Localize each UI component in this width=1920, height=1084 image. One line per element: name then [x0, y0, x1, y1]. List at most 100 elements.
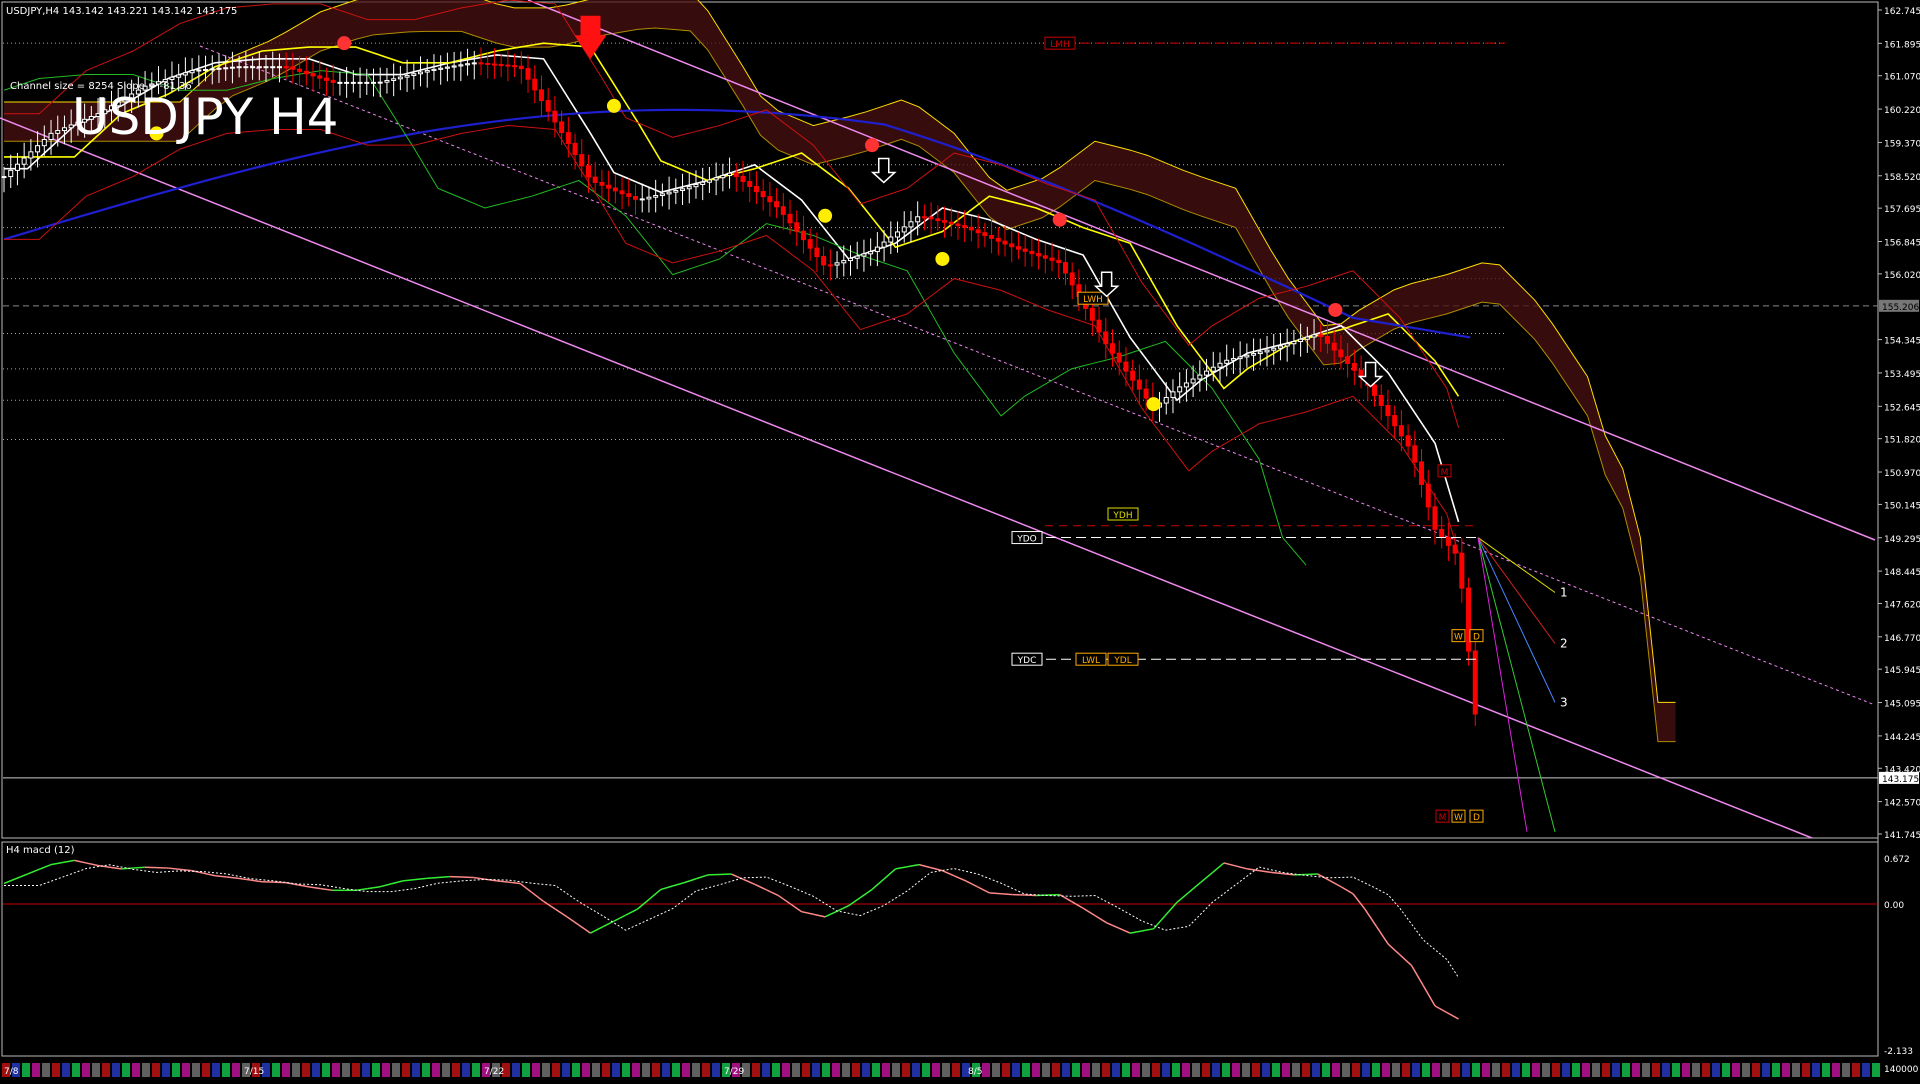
candle-body [42, 139, 46, 145]
date-strip-cell [1332, 1063, 1340, 1077]
chart-window: LMHYDHYDOYDCLWLYDLLWHMWDMWD 123 162.7451… [0, 0, 1920, 1080]
date-strip-cell [1392, 1063, 1400, 1077]
date-strip-cell [912, 1063, 920, 1077]
date-strip-cell [862, 1063, 870, 1077]
date-strip-cell [302, 1063, 310, 1077]
candle-body [1171, 392, 1175, 398]
date-strip-cell [692, 1063, 700, 1077]
candle-body [419, 72, 423, 74]
candle-body [405, 75, 409, 77]
date-strip-cell [552, 1063, 560, 1077]
date-strip-cell [1232, 1063, 1240, 1077]
date-strip-cell [1022, 1063, 1030, 1077]
date-strip-cell [212, 1063, 220, 1077]
date-strip-cell [642, 1063, 650, 1077]
big-title: USDJPY H4 [72, 88, 338, 146]
date-strip-cell [1662, 1063, 1670, 1077]
candle-body [519, 66, 523, 68]
level-label-d: D [1473, 633, 1480, 643]
price-axis-label: 146.770 [1884, 634, 1920, 644]
candle-body [331, 80, 335, 82]
candle-body [1352, 363, 1356, 370]
candle-body [862, 254, 866, 256]
date-strip-cell [362, 1063, 370, 1077]
date-strip-cell [1312, 1063, 1320, 1077]
candle-body [573, 143, 577, 154]
candle-body [338, 82, 342, 83]
date-strip-cell [1802, 1063, 1810, 1077]
date-strip-cell [172, 1063, 180, 1077]
date-strip-cell [472, 1063, 480, 1077]
date-strip-cell [1052, 1063, 1060, 1077]
macd-segment [1001, 894, 1013, 895]
date-strip-cell [1552, 1063, 1560, 1077]
candle-body [566, 133, 570, 144]
date-label: 8/5 [968, 1067, 982, 1077]
candle-body [1379, 395, 1383, 405]
price-chart[interactable]: LMHYDHYDOYDCLWLYDLLWHMWDMWD 123 162.7451… [0, 0, 1920, 1080]
candle-body [365, 82, 369, 83]
buy-signal-circle [818, 209, 832, 223]
candle-body [943, 221, 947, 223]
price-axis-label: 141.745 [1884, 831, 1920, 841]
candle-body [1299, 339, 1303, 341]
candle-body [687, 187, 691, 189]
candle-body [224, 68, 228, 69]
candle-body [304, 71, 308, 73]
date-strip-cell [82, 1063, 90, 1077]
candle-body [976, 230, 980, 233]
date-strip-cell [1632, 1063, 1640, 1077]
candle-body [284, 67, 288, 68]
date-strip-cell [1772, 1063, 1780, 1077]
candle-body [197, 70, 201, 71]
date-strip-cell [1792, 1063, 1800, 1077]
date-strip-cell [902, 1063, 910, 1077]
candle-body [875, 247, 879, 251]
date-strip-cell [532, 1063, 540, 1077]
candle-body [177, 75, 181, 77]
candle-body [1245, 355, 1249, 357]
date-strip-cell [372, 1063, 380, 1077]
candle-body [190, 71, 194, 73]
date-strip-cell [1822, 1063, 1830, 1077]
price-axis-label: 144.245 [1884, 733, 1920, 743]
candle-body [1205, 371, 1209, 375]
candle-body [459, 65, 463, 66]
date-strip-cell [1752, 1063, 1760, 1077]
date-strip-cell [42, 1063, 50, 1077]
candle-body [324, 78, 328, 80]
date-strip-cell [1782, 1063, 1790, 1077]
date-strip-cell [1222, 1063, 1230, 1077]
date-strip-cell [662, 1063, 670, 1077]
candle-body [1117, 353, 1121, 362]
macd-segment [121, 868, 133, 869]
candle-body [29, 152, 33, 158]
date-strip-cell [32, 1063, 40, 1077]
date-strip-cell [1702, 1063, 1710, 1077]
candle-body [1137, 380, 1141, 389]
date-strip-cell [1852, 1063, 1860, 1077]
candle-body [1386, 405, 1390, 415]
sell-signal-circle [1053, 213, 1067, 227]
level-label-w: W [1454, 813, 1463, 823]
date-strip-cell [1452, 1063, 1460, 1077]
candle-body [372, 82, 376, 83]
date-strip-cell [202, 1063, 210, 1077]
date-strip-cell [1842, 1063, 1850, 1077]
price-axis-label: 151.820 [1884, 436, 1920, 446]
candle-body [1406, 436, 1410, 446]
candle-body [707, 180, 711, 182]
date-strip-cell [452, 1063, 460, 1077]
date-strip-cell [1502, 1063, 1510, 1077]
date-strip-cell [1762, 1063, 1770, 1077]
date-strip-cell [1592, 1063, 1600, 1077]
date-strip-cell [1382, 1063, 1390, 1077]
date-strip-cell [1812, 1063, 1820, 1077]
date-strip-cell [1302, 1063, 1310, 1077]
candle-body [1292, 342, 1296, 344]
price-axis-label: 161.070 [1884, 73, 1920, 83]
date-strip-cell [842, 1063, 850, 1077]
date-strip-cell [382, 1063, 390, 1077]
candle-body [1057, 260, 1061, 262]
candle-body [936, 219, 940, 221]
